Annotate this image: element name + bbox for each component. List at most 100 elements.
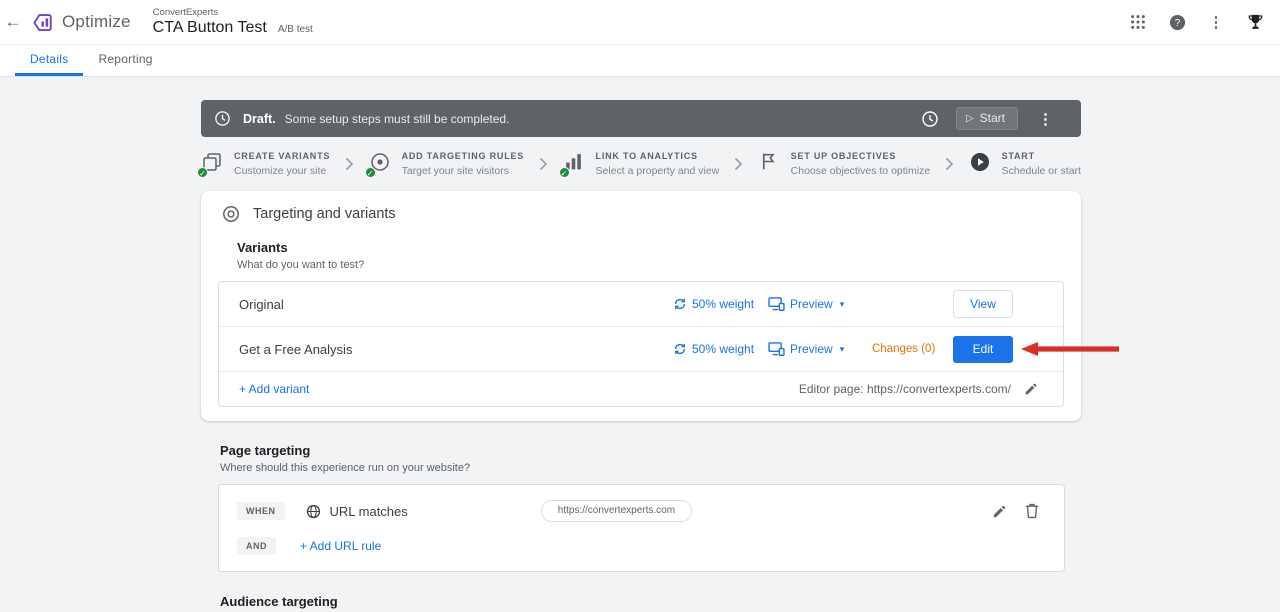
variants-table: Original 50% weight Preview ▾ View Get a… [218, 281, 1119, 407]
add-variant-link[interactable]: + Add variant [239, 382, 799, 396]
container-name: ConvertExperts [152, 7, 219, 18]
step-add-targeting-rules: ✓ ADD TARGETING RULES Target your site v… [364, 151, 525, 178]
start-button-label: Start [979, 111, 1005, 125]
step-link-to-analytics: ✓ LINK TO ANALYTICS Select a property an… [558, 151, 720, 178]
view-button[interactable]: View [953, 290, 1013, 318]
main-content: Draft. Some setup steps must still be co… [197, 77, 1119, 612]
svg-text:?: ? [1174, 17, 1180, 28]
chevron-down-icon: ▾ [839, 298, 845, 309]
chevron-right-icon [345, 157, 354, 171]
preview-control[interactable]: Preview ▾ [758, 297, 858, 311]
weight-control[interactable]: 50% weight [663, 297, 758, 311]
more-options-icon[interactable]: ⋮ [1205, 11, 1227, 33]
table-row: + Add variant Editor page: https://conve… [219, 372, 1063, 406]
weight-split-icon [674, 298, 686, 310]
chevron-right-icon [734, 157, 743, 171]
step-title: LINK TO ANALYTICS [595, 151, 698, 161]
weight-control[interactable]: 50% weight [663, 342, 758, 356]
schedule-clock-icon[interactable] [921, 110, 939, 128]
preview-devices-icon [768, 297, 785, 311]
rule-value-pill: https://convertexperts.com [540, 500, 693, 522]
preview-control[interactable]: Preview ▾ [758, 342, 858, 356]
preview-label: Preview [790, 342, 833, 356]
edit-rule-pencil-icon[interactable] [992, 504, 1007, 519]
check-icon: ✓ [197, 167, 208, 178]
trophy-icon[interactable] [1244, 11, 1266, 33]
table-row: Get a Free Analysis 50% weight Preview ▾… [219, 327, 1119, 372]
preview-label: Preview [790, 297, 833, 311]
step-title: ADD TARGETING RULES [401, 151, 525, 161]
step-subtitle: Target your site visitors [401, 165, 509, 177]
optimize-logo [30, 10, 55, 35]
variant-name: Get a Free Analysis [239, 341, 353, 357]
edit-button[interactable]: Edit [953, 335, 1013, 363]
start-play-icon [969, 151, 993, 175]
apps-grid-icon[interactable] [1127, 11, 1149, 33]
targeting-rules-icon: ✓ [364, 151, 393, 178]
step-set-up-objectives: SET UP OBJECTIVES Choose objectives to o… [758, 151, 931, 177]
add-url-rule-link[interactable]: + Add URL rule [300, 539, 381, 553]
delete-rule-trash-icon[interactable] [1025, 503, 1039, 519]
weight-label: 50% weight [692, 297, 755, 311]
play-icon: ▷ [965, 112, 974, 124]
chevron-down-icon: ▾ [839, 343, 845, 354]
tab-bar: Details Reporting [0, 45, 1280, 77]
page-targeting-rules-box: WHEN URL matches https://convertexperts.… [218, 484, 1065, 572]
check-icon: ✓ [558, 167, 570, 178]
app-name: Optimize [62, 12, 131, 31]
page-title: CTA Button Test [152, 19, 267, 36]
tab-reporting[interactable]: Reporting [83, 45, 167, 76]
draft-status-banner: Draft. Some setup steps must still be co… [201, 100, 1081, 137]
annotation-arrow [1021, 342, 1119, 356]
step-start: START Schedule or start [969, 151, 1081, 177]
and-chip: AND [237, 537, 276, 555]
setup-steps: ✓ CREATE VARIANTS Customize your site ✓ … [197, 151, 1081, 178]
when-chip: WHEN [237, 502, 285, 520]
editor-page-text: Editor page: https://convertexperts.com/ [799, 382, 1011, 396]
targeting-and-variants-card: Targeting and variants Variants What do … [201, 191, 1119, 421]
experience-title-block: ConvertExperts CTA Button Test A/B test [153, 7, 313, 37]
step-subtitle: Customize your site [234, 165, 327, 177]
rule-type-label: URL matches [329, 503, 408, 519]
step-subtitle: Select a property and view [595, 165, 720, 177]
chevron-right-icon [539, 157, 548, 171]
variant-name: Original [239, 296, 284, 312]
card-title: Targeting and variants [253, 206, 396, 222]
back-icon[interactable]: ← [0, 12, 26, 32]
chevron-right-icon [945, 157, 954, 171]
help-icon[interactable]: ? [1166, 11, 1188, 33]
preview-devices-icon [768, 342, 785, 356]
check-icon: ✓ [364, 167, 376, 178]
globe-icon [306, 504, 321, 519]
bullseye-icon [223, 206, 239, 222]
table-row: Original 50% weight Preview ▾ View [219, 282, 1063, 327]
status-message: Some setup steps must still be completed… [284, 111, 510, 126]
page-targeting-subtext: Where should this experience run on your… [220, 462, 471, 474]
page-targeting-heading: Page targeting [220, 443, 311, 458]
step-subtitle: Choose objectives to optimize [790, 165, 931, 177]
create-variants-icon: ✓ [197, 151, 225, 178]
start-button[interactable]: ▷ Start [955, 107, 1018, 130]
step-title: CREATE VARIANTS [234, 151, 331, 161]
status-clock-icon [214, 110, 231, 127]
weight-label: 50% weight [692, 342, 755, 356]
audience-targeting-heading: Audience targeting [220, 594, 338, 609]
editor-page-label: Editor page: [798, 382, 864, 396]
step-title: START [1001, 151, 1035, 161]
step-create-variants: ✓ CREATE VARIANTS Customize your site [197, 151, 331, 178]
tab-details[interactable]: Details [15, 45, 84, 76]
variants-heading: Variants [237, 240, 288, 255]
edit-pencil-icon[interactable] [1024, 382, 1038, 396]
variants-subtext: What do you want to test? [237, 259, 365, 271]
optimize-logo-icon [33, 13, 52, 31]
editor-page-url: https://convertexperts.com/ [866, 382, 1011, 396]
flag-icon [758, 151, 782, 175]
step-subtitle: Schedule or start [1001, 165, 1081, 177]
app-header: ← Optimize ConvertExperts CTA Button Tes… [0, 0, 1280, 45]
experience-type-label: A/B test [277, 24, 313, 35]
banner-more-icon[interactable]: ⋮ [1038, 110, 1053, 128]
weight-split-icon [674, 343, 686, 355]
status-label: Draft. [243, 111, 276, 126]
changes-link[interactable]: Changes (0) [858, 343, 953, 355]
step-title: SET UP OBJECTIVES [790, 151, 897, 161]
